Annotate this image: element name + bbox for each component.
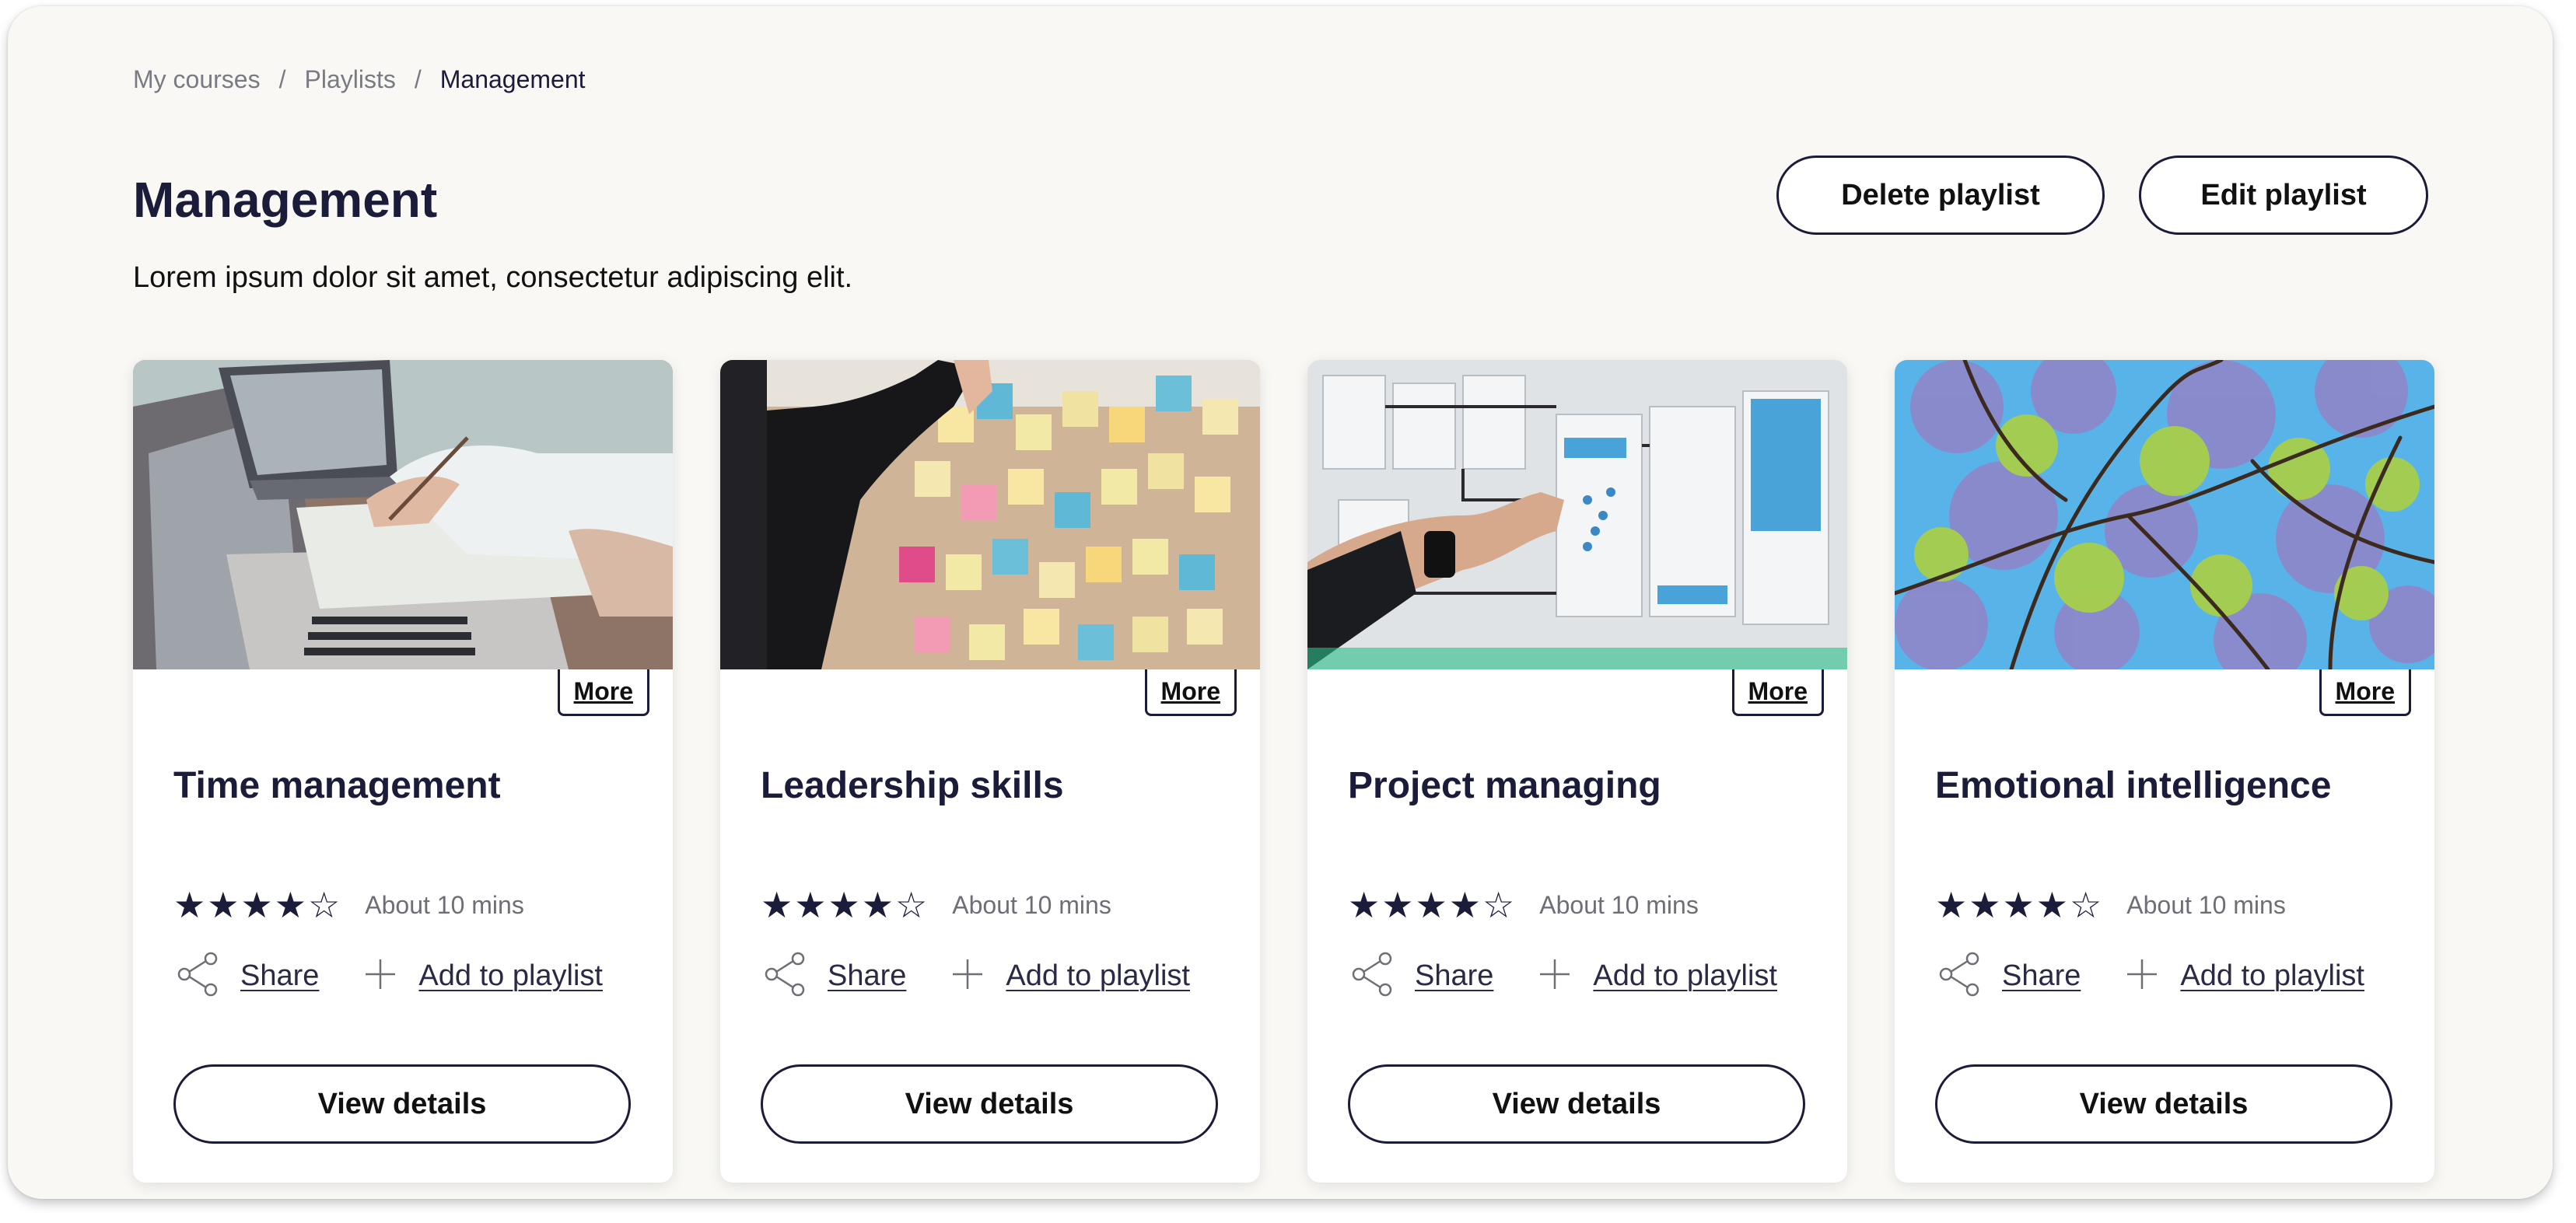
share-icon bbox=[1935, 951, 1986, 1001]
star-filled-icon: ★ bbox=[794, 885, 827, 925]
plus-icon bbox=[362, 956, 398, 996]
course-card: More Project managing ★ ★ ★ ★ ☆ About 10… bbox=[1307, 360, 1847, 1183]
more-button[interactable]: More bbox=[2319, 669, 2411, 716]
course-card: More Time management ★ ★ ★ ★ ☆ About 10 … bbox=[133, 360, 673, 1183]
star-empty-icon: ☆ bbox=[2070, 885, 2102, 925]
star-filled-icon: ★ bbox=[274, 885, 306, 925]
share-button[interactable]: Share bbox=[761, 951, 906, 1001]
view-details-button[interactable]: View details bbox=[1935, 1064, 2392, 1144]
share-label: Share bbox=[240, 959, 320, 992]
star-empty-icon: ☆ bbox=[895, 885, 928, 925]
star-filled-icon: ★ bbox=[828, 885, 860, 925]
breadcrumb: My courses / Playlists / Management bbox=[133, 65, 586, 94]
delete-playlist-button[interactable]: Delete playlist bbox=[1776, 155, 2105, 235]
card-actions: Share Add to playlist bbox=[1935, 951, 2364, 1001]
breadcrumb-separator: / bbox=[414, 65, 422, 93]
page-title: Management bbox=[133, 172, 438, 228]
star-filled-icon: ★ bbox=[2002, 885, 2035, 925]
star-filled-icon: ★ bbox=[1448, 885, 1481, 925]
star-filled-icon: ★ bbox=[2035, 885, 2068, 925]
course-card: More Emotional intelligence ★ ★ ★ ★ ☆ Ab… bbox=[1895, 360, 2434, 1183]
share-label: Share bbox=[1415, 959, 1494, 992]
course-duration: About 10 mins bbox=[365, 890, 524, 919]
star-filled-icon: ★ bbox=[207, 885, 240, 925]
add-to-playlist-button[interactable]: Add to playlist bbox=[362, 956, 603, 996]
course-title: Time management bbox=[173, 765, 501, 806]
share-icon bbox=[761, 951, 812, 1001]
rating-row: ★ ★ ★ ★ ☆ About 10 mins bbox=[1348, 887, 1699, 923]
card-actions: Share Add to playlist bbox=[761, 951, 1190, 1001]
star-filled-icon: ★ bbox=[1969, 885, 2001, 925]
plus-icon bbox=[2124, 956, 2160, 996]
share-button[interactable]: Share bbox=[173, 951, 319, 1001]
course-title: Emotional intelligence bbox=[1935, 765, 2332, 806]
card-actions: Share Add to playlist bbox=[1348, 951, 1777, 1001]
add-to-playlist-button[interactable]: Add to playlist bbox=[1537, 956, 1777, 996]
share-label: Share bbox=[2002, 959, 2081, 992]
course-duration: About 10 mins bbox=[1539, 890, 1699, 919]
star-filled-icon: ★ bbox=[240, 885, 273, 925]
share-button[interactable]: Share bbox=[1348, 951, 1493, 1001]
course-card: More Leadership skills ★ ★ ★ ★ ☆ About 1… bbox=[720, 360, 1260, 1183]
star-filled-icon: ★ bbox=[861, 885, 894, 925]
star-rating: ★ ★ ★ ★ ☆ bbox=[761, 887, 929, 923]
course-thumbnail bbox=[1307, 360, 1847, 669]
breadcrumb-playlists[interactable]: Playlists bbox=[304, 65, 395, 94]
breadcrumb-current: Management bbox=[439, 65, 586, 93]
course-duration: About 10 mins bbox=[952, 890, 1111, 919]
add-to-playlist-label: Add to playlist bbox=[2180, 959, 2364, 992]
course-thumbnail bbox=[133, 360, 673, 669]
breadcrumb-separator: / bbox=[278, 65, 286, 93]
rating-row: ★ ★ ★ ★ ☆ About 10 mins bbox=[173, 887, 524, 923]
star-filled-icon: ★ bbox=[1935, 885, 1968, 925]
course-duration: About 10 mins bbox=[2126, 890, 2286, 919]
star-rating: ★ ★ ★ ★ ☆ bbox=[1935, 887, 2103, 923]
view-details-button[interactable]: View details bbox=[173, 1064, 631, 1144]
course-thumbnail bbox=[720, 360, 1260, 669]
star-empty-icon: ☆ bbox=[1482, 885, 1515, 925]
star-filled-icon: ★ bbox=[1415, 885, 1447, 925]
course-title: Project managing bbox=[1348, 765, 1661, 806]
star-rating: ★ ★ ★ ★ ☆ bbox=[1348, 887, 1516, 923]
star-rating: ★ ★ ★ ★ ☆ bbox=[173, 887, 341, 923]
star-filled-icon: ★ bbox=[173, 885, 206, 925]
course-title: Leadership skills bbox=[761, 765, 1064, 806]
plus-icon bbox=[950, 956, 985, 996]
card-actions: Share Add to playlist bbox=[173, 951, 603, 1001]
edit-playlist-button[interactable]: Edit playlist bbox=[2139, 155, 2428, 235]
more-button[interactable]: More bbox=[1731, 669, 1824, 716]
rating-row: ★ ★ ★ ★ ☆ About 10 mins bbox=[761, 887, 1111, 923]
add-to-playlist-label: Add to playlist bbox=[418, 959, 603, 992]
more-button[interactable]: More bbox=[557, 669, 649, 716]
rating-row: ★ ★ ★ ★ ☆ About 10 mins bbox=[1935, 887, 2286, 923]
course-thumbnail bbox=[1895, 360, 2434, 669]
breadcrumb-my-courses[interactable]: My courses bbox=[133, 65, 261, 94]
add-to-playlist-label: Add to playlist bbox=[1593, 959, 1777, 992]
share-button[interactable]: Share bbox=[1935, 951, 2081, 1001]
add-to-playlist-label: Add to playlist bbox=[1006, 959, 1190, 992]
share-icon bbox=[173, 951, 225, 1001]
share-label: Share bbox=[828, 959, 907, 992]
star-filled-icon: ★ bbox=[1348, 885, 1381, 925]
add-to-playlist-button[interactable]: Add to playlist bbox=[950, 956, 1190, 996]
view-details-button[interactable]: View details bbox=[761, 1064, 1218, 1144]
star-filled-icon: ★ bbox=[761, 885, 793, 925]
plus-icon bbox=[1537, 956, 1573, 996]
add-to-playlist-button[interactable]: Add to playlist bbox=[2124, 956, 2364, 996]
page-description: Lorem ipsum dolor sit amet, consectetur … bbox=[133, 261, 853, 294]
playlist-page: My courses / Playlists / Management Mana… bbox=[8, 6, 2553, 1199]
star-empty-icon: ☆ bbox=[308, 885, 341, 925]
more-button[interactable]: More bbox=[1144, 669, 1237, 716]
share-icon bbox=[1348, 951, 1399, 1001]
view-details-button[interactable]: View details bbox=[1348, 1064, 1805, 1144]
star-filled-icon: ★ bbox=[1381, 885, 1414, 925]
